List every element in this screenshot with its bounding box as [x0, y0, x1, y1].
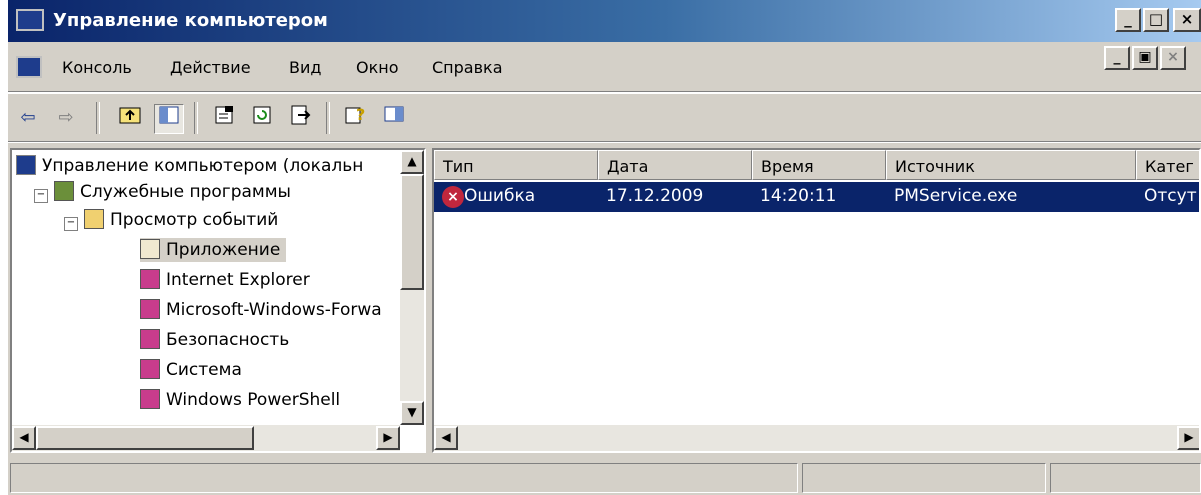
menu-window[interactable]: Окно	[356, 58, 399, 77]
action-pane-icon[interactable]	[380, 104, 408, 132]
scroll-down-icon[interactable]: ▼	[400, 401, 424, 425]
scroll-left-icon[interactable]: ◀	[12, 426, 36, 450]
up-folder-icon[interactable]	[116, 104, 144, 132]
tree-log-forwarding[interactable]: Microsoft-Windows-Forwa	[140, 298, 382, 322]
collapse-icon[interactable]: −	[34, 189, 48, 203]
event-list[interactable]: Тип Дата Время Источник Катег × Ошибка 1…	[432, 148, 1201, 453]
column-header-date[interactable]: Дата	[598, 150, 752, 180]
scroll-up-icon[interactable]: ▲	[400, 150, 424, 174]
status-panel-main	[10, 463, 798, 493]
computer-icon	[16, 155, 36, 175]
log-icon	[140, 299, 160, 319]
menu-bar: Консоль Действие Вид Окно Справка _ ▣ ×	[8, 42, 1201, 92]
event-source: PMService.exe	[894, 186, 1018, 206]
event-time: 14:20:11	[760, 186, 837, 206]
log-icon	[140, 239, 160, 259]
log-icon	[140, 359, 160, 379]
log-icon	[140, 389, 160, 409]
column-header-source[interactable]: Источник	[886, 150, 1136, 180]
tools-icon	[54, 181, 74, 201]
child-restore-button[interactable]: ▣	[1132, 46, 1158, 70]
computer-icon	[16, 9, 44, 31]
tree-log-system[interactable]: Система	[140, 358, 242, 382]
event-type: Ошибка	[464, 186, 536, 206]
tree-event-viewer[interactable]: − Просмотр событий	[64, 208, 278, 232]
title-bar[interactable]: Управление компьютером _ □ ×	[8, 0, 1201, 42]
list-horizontal-scrollbar[interactable]: ◀ ▶	[434, 425, 1199, 451]
help-icon[interactable]: ?	[342, 104, 370, 132]
collapse-icon[interactable]: −	[64, 217, 78, 231]
tree-log-security[interactable]: Безопасность	[140, 328, 289, 352]
window-title: Управление компьютером	[53, 10, 328, 31]
child-minimize-button[interactable]: _	[1104, 46, 1130, 70]
maximize-button[interactable]: □	[1143, 8, 1169, 32]
menu-help[interactable]: Справка	[432, 58, 503, 77]
status-panel-2	[802, 463, 1046, 493]
tree-log-application[interactable]: Приложение	[140, 238, 287, 262]
tree-root[interactable]: Управление компьютером (локальн	[16, 154, 363, 178]
menu-action[interactable]: Действие	[170, 58, 251, 77]
minimize-button[interactable]: _	[1115, 8, 1141, 32]
scroll-right-icon[interactable]: ▶	[376, 426, 400, 450]
refresh-icon[interactable]	[248, 104, 276, 132]
status-panel-3	[1050, 463, 1201, 493]
forward-arrow-icon[interactable]: ⇨	[52, 104, 80, 132]
event-category: Отсут	[1144, 186, 1197, 206]
close-button[interactable]: ×	[1173, 8, 1201, 32]
log-icon	[140, 329, 160, 349]
tree-log-internet-explorer[interactable]: Internet Explorer	[140, 268, 310, 292]
child-close-button[interactable]: ×	[1160, 46, 1186, 70]
tree-system-tools[interactable]: − Служебные программы	[34, 180, 291, 204]
event-date: 17.12.2009	[606, 186, 704, 206]
error-icon: ×	[442, 186, 464, 208]
tree-log-powershell[interactable]: Windows PowerShell	[140, 388, 340, 412]
show-tree-icon[interactable]	[154, 104, 184, 134]
column-header-category[interactable]: Катег	[1136, 150, 1199, 180]
scroll-left-icon[interactable]: ◀	[434, 426, 458, 450]
column-header-time[interactable]: Время	[752, 150, 886, 180]
console-tree[interactable]: Управление компьютером (локальн − Служебн…	[10, 148, 426, 453]
column-header-type[interactable]: Тип	[434, 150, 598, 180]
svg-text:?: ?	[356, 105, 365, 124]
tree-vertical-scrollbar[interactable]: ▲ ▼	[400, 150, 424, 425]
scroll-right-icon[interactable]: ▶	[1177, 426, 1199, 450]
tree-horizontal-scrollbar[interactable]: ◀ ▶	[12, 425, 400, 451]
log-icon	[140, 269, 160, 289]
status-bar	[8, 459, 1201, 495]
toolbar: ⇦ ⇨ ?	[8, 93, 1201, 142]
back-arrow-icon[interactable]: ⇦	[14, 104, 42, 132]
menu-console[interactable]: Консоль	[62, 58, 132, 77]
scroll-thumb[interactable]	[36, 426, 254, 450]
event-viewer-icon	[84, 209, 104, 229]
table-row[interactable]: × Ошибка 17.12.2009 14:20:11 PMService.e…	[434, 182, 1199, 212]
menu-view[interactable]: Вид	[289, 58, 321, 77]
properties-icon[interactable]	[210, 104, 238, 132]
console-app-icon[interactable]	[16, 56, 42, 78]
scroll-thumb[interactable]	[400, 174, 424, 290]
export-list-icon[interactable]	[286, 104, 314, 132]
